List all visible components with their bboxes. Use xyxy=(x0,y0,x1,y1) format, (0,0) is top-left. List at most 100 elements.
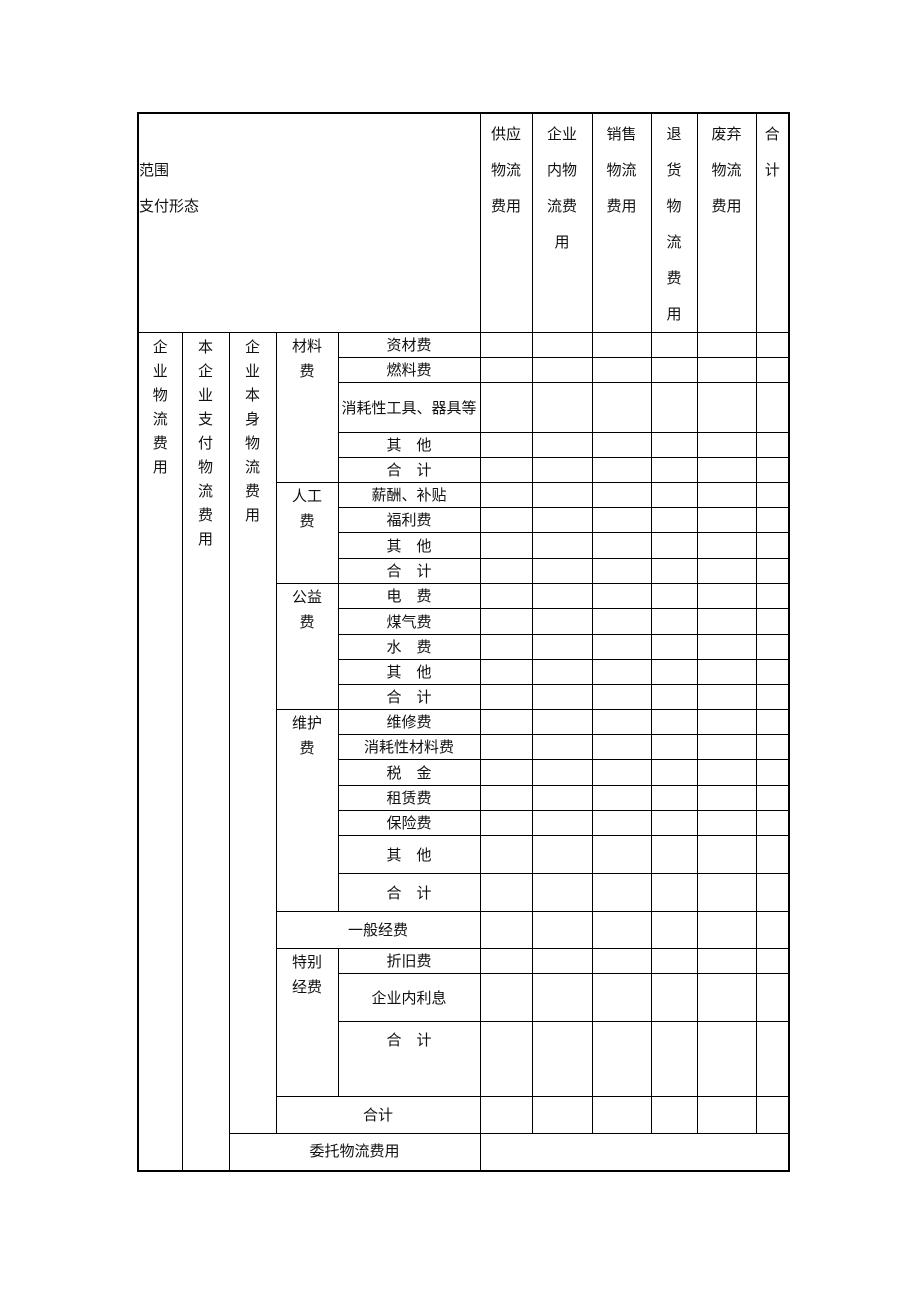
value-cell xyxy=(755,457,790,483)
value-cell xyxy=(479,684,533,710)
value-cell xyxy=(650,482,698,508)
value-cell xyxy=(531,382,593,433)
value-cell xyxy=(591,457,652,483)
value-cell xyxy=(755,734,790,760)
header-waste: 废弃物流费用 xyxy=(696,112,757,333)
value-cell xyxy=(591,634,652,660)
item-cell: 薪酬、补贴 xyxy=(337,482,481,508)
item-cell-text: 消耗性材料费 xyxy=(364,738,455,756)
value-cell xyxy=(479,583,533,609)
value-cell xyxy=(479,382,533,433)
value-cell xyxy=(650,432,698,458)
value-cell xyxy=(531,457,593,483)
value-cell xyxy=(479,558,533,584)
value-cell xyxy=(755,583,790,609)
value-cell xyxy=(755,558,790,584)
value-cell xyxy=(479,734,533,760)
value-cell xyxy=(531,1021,593,1097)
value-cell xyxy=(650,608,698,635)
value-cell xyxy=(531,873,593,912)
value-cell xyxy=(755,973,790,1022)
item-cell: 合 计 xyxy=(337,558,481,584)
value-cell xyxy=(479,810,533,836)
value-cell xyxy=(531,558,593,584)
value-cell xyxy=(591,432,652,458)
value-cell xyxy=(755,911,790,949)
value-cell xyxy=(531,507,593,533)
value-cell xyxy=(479,709,533,735)
value-cell xyxy=(591,532,652,559)
value-cell xyxy=(531,659,593,685)
value-cell xyxy=(650,948,698,974)
value-cell xyxy=(479,482,533,508)
value-cell xyxy=(531,357,593,383)
level2-cell: 本企业支付物流费用 xyxy=(181,332,230,1171)
value-cell xyxy=(755,659,790,685)
value-cell xyxy=(591,507,652,533)
item-cell-text: 燃料费 xyxy=(386,361,432,379)
item-cell-text: 其 他 xyxy=(386,845,432,864)
value-cell xyxy=(755,634,790,660)
item-cell-text: 其 他 xyxy=(386,663,432,681)
category-cell-text: 特别经费 xyxy=(291,953,322,996)
value-cell xyxy=(479,332,533,358)
value-cell xyxy=(696,1021,757,1097)
value-cell xyxy=(650,457,698,483)
item-cell: 其 他 xyxy=(337,432,481,458)
value-cell xyxy=(591,583,652,609)
value-cell xyxy=(650,382,698,433)
item-cell: 电 费 xyxy=(337,583,481,609)
item-cell-text: 水 费 xyxy=(386,638,432,656)
value-cell xyxy=(755,1021,790,1097)
item-cell: 合 计 xyxy=(337,873,481,912)
value-cell xyxy=(755,382,790,433)
item-cell-text: 资材费 xyxy=(386,336,432,354)
value-cell xyxy=(531,482,593,508)
value-cell xyxy=(755,608,790,635)
item-cell: 税 金 xyxy=(337,759,481,786)
value-cell xyxy=(696,948,757,974)
value-cell xyxy=(755,432,790,458)
value-cell xyxy=(479,911,533,949)
value-cell xyxy=(531,709,593,735)
value-cell xyxy=(531,583,593,609)
level1-cell: 企业物流费用 xyxy=(137,332,183,1171)
value-cell xyxy=(696,973,757,1022)
item-cell: 消耗性材料费 xyxy=(337,734,481,760)
item-cell: 资材费 xyxy=(337,332,481,358)
value-cell xyxy=(531,911,593,949)
value-cell xyxy=(591,608,652,635)
item-cell: 租赁费 xyxy=(337,785,481,811)
general-expense-cell-text: 一般经费 xyxy=(348,920,409,939)
item-cell: 合 计 xyxy=(337,457,481,483)
value-cell xyxy=(650,810,698,836)
value-cell xyxy=(591,873,652,912)
value-cell xyxy=(650,1096,698,1134)
category-cell-text: 人工费 xyxy=(291,487,322,530)
value-cell xyxy=(696,507,757,533)
value-cell xyxy=(479,357,533,383)
category-cell-text: 公益费 xyxy=(291,588,322,631)
value-cell xyxy=(696,583,757,609)
item-cell: 水 费 xyxy=(337,634,481,660)
item-cell-text: 合 计 xyxy=(386,562,432,580)
value-cell xyxy=(650,873,698,912)
range-label: 范围 xyxy=(139,161,170,179)
item-cell-text: 税 金 xyxy=(386,763,432,782)
category-cell: 材料费 xyxy=(275,332,339,483)
value-cell xyxy=(650,973,698,1022)
item-cell-text: 电 费 xyxy=(386,587,432,605)
value-cell xyxy=(531,634,593,660)
value-cell xyxy=(755,785,790,811)
item-cell: 燃料费 xyxy=(337,357,481,383)
value-cell xyxy=(531,948,593,974)
value-cell xyxy=(591,709,652,735)
item-cell: 合 计 xyxy=(337,1021,481,1097)
value-cell xyxy=(696,659,757,685)
category-cell: 人工费 xyxy=(275,482,339,584)
header-row: 范围 支付形态 供应物流费用 企业内物流费用 销售物流费用 退货物流费用 废弃物… xyxy=(137,112,790,333)
value-cell xyxy=(479,1021,533,1097)
item-cell-text: 企业内利息 xyxy=(371,988,447,1007)
value-cell xyxy=(696,608,757,635)
item-cell-text: 福利费 xyxy=(386,511,432,529)
